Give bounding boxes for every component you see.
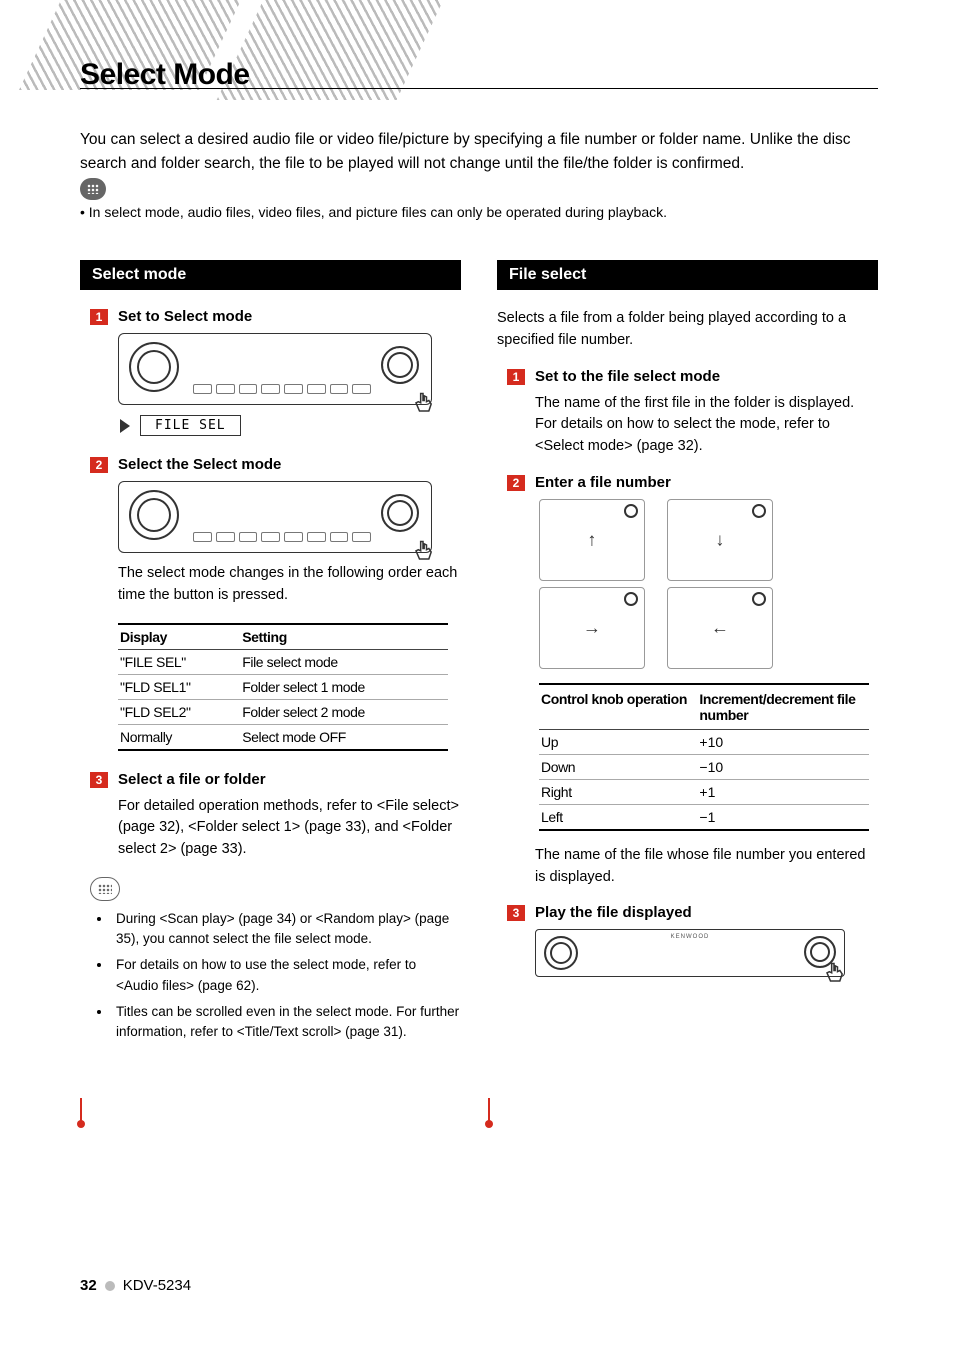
- step-2-label: Select the Select mode: [118, 456, 281, 473]
- fs-step-2-after: The name of the file whose file number y…: [535, 845, 878, 889]
- fs-step-1-label: Set to the file select mode: [535, 368, 720, 385]
- step-1-label: Set to Select mode: [118, 308, 252, 325]
- settings-table: Display Setting "FILE SEL"File select mo…: [118, 623, 448, 751]
- cell-setting: File select mode: [240, 649, 448, 674]
- file-select-intro: Selects a file from a folder being playe…: [497, 308, 878, 352]
- table-row: Up+10: [539, 729, 869, 754]
- step-number-badge: 3: [507, 905, 525, 921]
- step-2-body: The select mode changes in the following…: [118, 563, 461, 607]
- list-item: During <Scan play> (page 34) or <Random …: [112, 909, 461, 950]
- table-row: Down−10: [539, 754, 869, 779]
- note-icon: [90, 877, 120, 901]
- cell-operation: Up: [539, 729, 697, 754]
- cell-display: "FILE SEL": [118, 649, 240, 674]
- step-number-badge: 3: [90, 772, 108, 788]
- cell-setting: Folder select 2 mode: [240, 699, 448, 724]
- th-increment: Increment/decrement file number: [697, 684, 869, 730]
- hand-pointer-icon: [820, 960, 848, 988]
- fs-step-2: 2 Enter a file number: [507, 474, 878, 491]
- step-3-body: For detailed operation methods, refer to…: [118, 796, 461, 861]
- knob-illustrations: ↑ ↓ → ←: [539, 499, 878, 669]
- fs-step-2-label: Enter a file number: [535, 474, 671, 491]
- left-column: Select mode 1 Set to Select mode FILE SE…: [80, 260, 461, 1048]
- title-rule: [80, 88, 878, 89]
- top-note: • In select mode, audio files, video fil…: [80, 203, 878, 223]
- page-footer: 32 KDV-5234: [80, 1277, 191, 1294]
- cell-increment: −10: [697, 754, 869, 779]
- decorative-hatch: [217, 0, 444, 100]
- cell-display: Normally: [118, 724, 240, 750]
- cell-setting: Select mode OFF: [240, 724, 448, 750]
- fs-step-3-label: Play the file displayed: [535, 904, 692, 921]
- th-display: Display: [118, 624, 240, 650]
- table-row: "FLD SEL2"Folder select 2 mode: [118, 699, 448, 724]
- brand-label: KENWOOD: [671, 934, 710, 940]
- fs-step-1-body: The name of the first file in the folder…: [535, 393, 878, 458]
- fs-step-3: 3 Play the file displayed: [507, 904, 878, 921]
- table-row: "FILE SEL"File select mode: [118, 649, 448, 674]
- step-number-badge: 1: [90, 309, 108, 325]
- knob-left-icon: ←: [667, 587, 773, 669]
- play-arrow-icon: [120, 419, 130, 433]
- table-row: Left−1: [539, 804, 869, 830]
- cell-display: "FLD SEL1": [118, 674, 240, 699]
- page-title: Select Mode: [80, 58, 250, 92]
- step-2: 2 Select the Select mode: [90, 456, 461, 473]
- knob-up-icon: ↑: [539, 499, 645, 581]
- cell-operation: Down: [539, 754, 697, 779]
- page-number: 32: [80, 1277, 97, 1294]
- cell-operation: Right: [539, 779, 697, 804]
- cell-increment: −1: [697, 804, 869, 830]
- cell-setting: Folder select 1 mode: [240, 674, 448, 699]
- intro-paragraph: You can select a desired audio file or v…: [80, 128, 878, 176]
- step-3: 3 Select a file or folder: [90, 771, 461, 788]
- section-header-file-select: File select: [497, 260, 878, 290]
- step-number-badge: 2: [507, 475, 525, 491]
- section-end-marker: [488, 1098, 490, 1124]
- display-readout: FILE SEL: [120, 415, 461, 436]
- note-icon: [80, 178, 106, 200]
- notes-list: During <Scan play> (page 34) or <Random …: [94, 909, 461, 1043]
- cell-operation: Left: [539, 804, 697, 830]
- hand-pointer-icon: [409, 390, 437, 418]
- knob-down-icon: ↓: [667, 499, 773, 581]
- cell-increment: +10: [697, 729, 869, 754]
- right-column: File select Selects a file from a folder…: [497, 260, 878, 1048]
- dot-icon: [105, 1281, 115, 1291]
- section-header-select-mode: Select mode: [80, 260, 461, 290]
- cell-increment: +1: [697, 779, 869, 804]
- knob-right-icon: →: [539, 587, 645, 669]
- table-row: "FLD SEL1"Folder select 1 mode: [118, 674, 448, 699]
- list-item: Titles can be scrolled even in the selec…: [112, 1002, 461, 1043]
- step-3-label: Select a file or folder: [118, 771, 266, 788]
- step-1: 1 Set to Select mode: [90, 308, 461, 325]
- lcd-text: FILE SEL: [140, 415, 241, 436]
- th-control-op: Control knob operation: [539, 684, 697, 730]
- device-illustration: [118, 333, 432, 405]
- fs-step-1: 1 Set to the file select mode: [507, 368, 878, 385]
- list-item: For details on how to use the select mod…: [112, 955, 461, 996]
- step-number-badge: 1: [507, 369, 525, 385]
- model-label: KDV-5234: [123, 1277, 191, 1294]
- section-end-marker: [80, 1098, 82, 1124]
- hand-pointer-icon: [409, 538, 437, 566]
- device-illustration: [118, 481, 432, 553]
- table-row: NormallySelect mode OFF: [118, 724, 448, 750]
- device-illustration-small: KENWOOD: [535, 929, 845, 977]
- control-table: Control knob operation Increment/decreme…: [539, 683, 869, 831]
- th-setting: Setting: [240, 624, 448, 650]
- cell-display: "FLD SEL2": [118, 699, 240, 724]
- step-number-badge: 2: [90, 457, 108, 473]
- table-row: Right+1: [539, 779, 869, 804]
